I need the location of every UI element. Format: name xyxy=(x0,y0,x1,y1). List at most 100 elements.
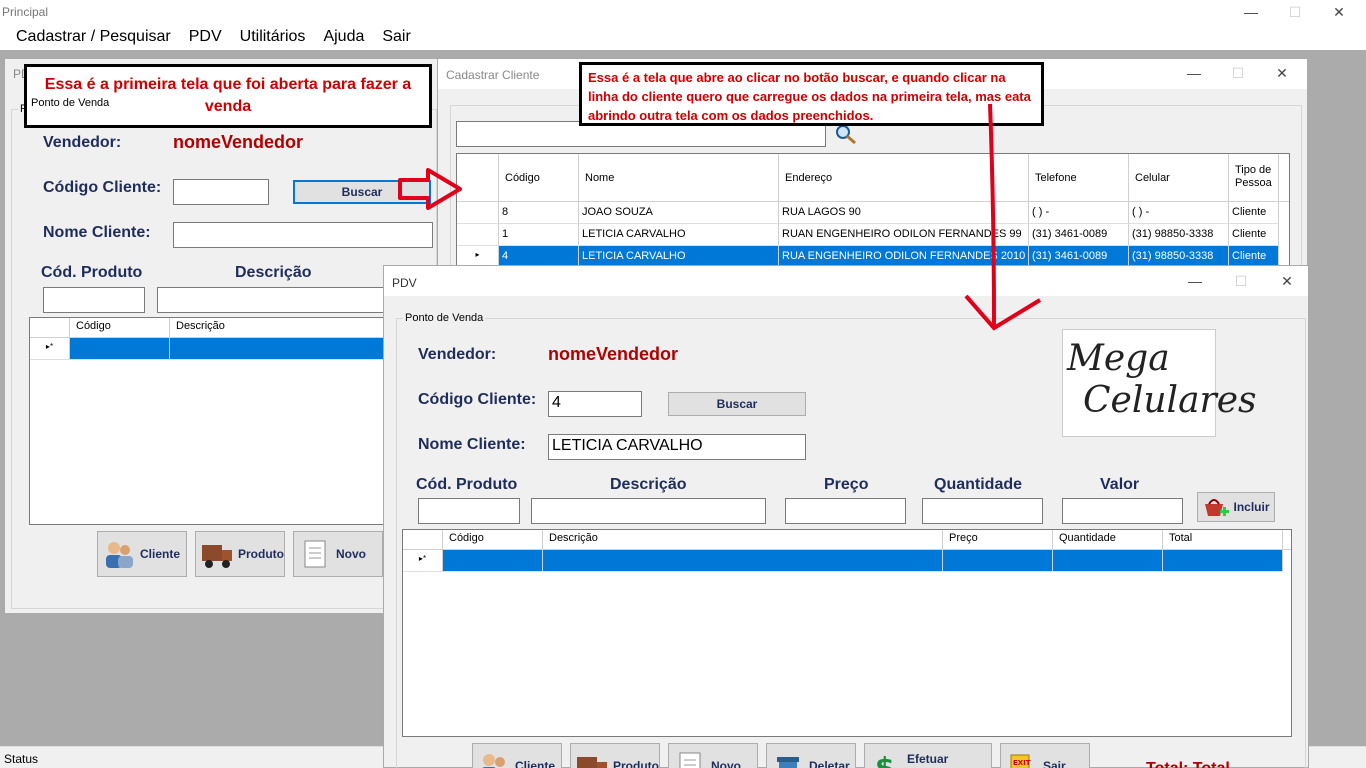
table-cell[interactable]: ( ) - xyxy=(1029,202,1129,224)
cadastrar-cliente-title: Cadastrar Cliente xyxy=(446,68,540,82)
table-row[interactable]: ▸* xyxy=(30,338,438,360)
table-row[interactable]: 1 LETICIA CARVALHO RUAN ENGENHEIRO ODILO… xyxy=(457,224,1289,246)
nome-cliente-label: Nome Cliente: xyxy=(43,224,151,241)
table-cell[interactable]: Cliente xyxy=(1229,202,1279,224)
grid-header-codigo: Código xyxy=(499,154,579,201)
basket-add-icon xyxy=(1205,499,1230,516)
exit-icon: EXIT xyxy=(1010,754,1031,768)
pdv-second-items-grid[interactable]: Código Descrição Preço Quantidade Total … xyxy=(402,529,1292,737)
codigo-cliente-input[interactable]: 4 xyxy=(548,391,642,417)
clientes-grid[interactable]: Código Nome Endereço Telefone Celular Ti… xyxy=(456,153,1290,279)
table-cell[interactable] xyxy=(443,550,543,572)
maximize-icon[interactable]: ☐ xyxy=(1272,0,1318,24)
sair-button[interactable]: EXIT Sair xyxy=(1000,743,1090,768)
grid-header-nome: Nome xyxy=(579,154,779,201)
table-cell[interactable] xyxy=(1053,550,1163,572)
main-window-title: Principal xyxy=(2,5,49,19)
minimize-icon[interactable]: — xyxy=(1171,61,1217,85)
annotation-first-text: Essa é a primeira tela que foi aberta pa… xyxy=(44,76,412,115)
grid-header-tipo-pessoa: Tipo de Pessoa xyxy=(1229,154,1279,201)
table-cell[interactable] xyxy=(1163,550,1283,572)
produto-button[interactable]: Produto xyxy=(570,743,660,768)
trash-icon xyxy=(777,757,799,768)
pdv-first-items-grid[interactable]: Código Descrição ▸* xyxy=(29,317,439,525)
search-icon[interactable] xyxy=(834,123,858,145)
deletar-button-label: Deletar xyxy=(809,759,850,768)
table-cell[interactable]: Cliente xyxy=(1229,224,1279,246)
minimize-icon[interactable]: — xyxy=(1228,0,1274,24)
grid-header-preco: Preço xyxy=(943,530,1053,549)
cliente-button-label: Cliente xyxy=(140,547,181,561)
descricao-input[interactable] xyxy=(531,498,766,524)
table-cell[interactable]: (31) 3461-0089 xyxy=(1029,224,1129,246)
table-cell[interactable]: 8 xyxy=(499,202,579,224)
menu-sair[interactable]: Sair xyxy=(373,24,419,50)
incluir-button[interactable]: Incluir xyxy=(1197,492,1275,522)
table-cell[interactable]: LETICIA CARVALHO xyxy=(579,224,779,246)
document-icon xyxy=(304,540,326,568)
preco-input[interactable] xyxy=(785,498,906,524)
pdv-window-first: PD Ponto de Venda Vendedor: nomeVendedor… xyxy=(4,58,440,614)
descricao-label: Descrição xyxy=(610,476,687,493)
table-cell[interactable]: (31) 98850-3338 xyxy=(1129,224,1229,246)
grid-header-codigo: Código xyxy=(70,318,170,337)
efetuar-venda-button[interactable]: $ Efetuar Venda xyxy=(864,743,992,768)
grid-header-quantidade: Quantidade xyxy=(1053,530,1163,549)
cod-produto-input[interactable] xyxy=(43,287,145,313)
cliente-button[interactable]: Cliente xyxy=(97,531,187,577)
nome-cliente-input[interactable] xyxy=(173,222,433,248)
logo-text-celulares: Celulares xyxy=(1083,380,1257,421)
novo-button[interactable]: Novo xyxy=(668,743,758,768)
buscar-button[interactable]: Buscar xyxy=(668,392,806,416)
vendedor-value: nomeVendedor xyxy=(548,344,679,364)
row-marker: ▸* xyxy=(403,550,443,572)
incluir-button-label: Incluir xyxy=(1233,500,1270,514)
close-icon[interactable]: ✕ xyxy=(1316,0,1362,24)
close-icon[interactable]: ✕ xyxy=(1264,269,1310,293)
grid-row-header xyxy=(403,530,443,549)
grid-header-descricao: Descrição xyxy=(543,530,943,549)
vendedor-label: Vendedor: xyxy=(418,346,497,363)
maximize-icon[interactable]: ☐ xyxy=(1218,269,1264,293)
quantidade-input[interactable] xyxy=(922,498,1043,524)
maximize-icon[interactable]: ☐ xyxy=(1215,61,1261,85)
menu-pdv[interactable]: PDV xyxy=(180,24,231,50)
table-row[interactable]: ▸* xyxy=(403,550,1291,572)
red-arrow-right xyxy=(398,168,462,210)
table-cell[interactable] xyxy=(543,550,943,572)
menu-utilitarios[interactable]: Utilitários xyxy=(231,24,315,50)
grid-header-telefone: Telefone xyxy=(1029,154,1129,201)
users-icon xyxy=(106,542,133,568)
grid-header-codigo: Código xyxy=(443,530,543,549)
produto-button-label: Produto xyxy=(613,759,659,768)
deletar-button[interactable]: Deletar xyxy=(766,743,856,768)
minimize-icon[interactable]: — xyxy=(1172,269,1218,293)
annotation-first-screen: Essa é a primeira tela que foi aberta pa… xyxy=(24,64,432,128)
menu-cadastrar-pesquisar[interactable]: Cadastrar / Pesquisar xyxy=(0,24,180,50)
cod-produto-label: Cód. Produto xyxy=(416,476,518,493)
table-cell[interactable] xyxy=(70,338,170,360)
produto-button[interactable]: Produto xyxy=(195,531,285,577)
grid-header-celular: Celular xyxy=(1129,154,1229,201)
table-cell[interactable]: 1 xyxy=(499,224,579,246)
table-row[interactable]: 8 JOAO SOUZA RUA LAGOS 90 ( ) - ( ) - Cl… xyxy=(457,202,1289,224)
novo-button-label: Novo xyxy=(336,547,366,561)
table-cell[interactable]: ( ) - xyxy=(1129,202,1229,224)
cod-produto-input[interactable] xyxy=(418,498,520,524)
pdv-second-titlebar: PDV — ☐ ✕ xyxy=(384,266,1308,296)
mega-celulares-logo: Mega Celulares xyxy=(1062,329,1257,437)
nome-cliente-input[interactable]: LETICIA CARVALHO xyxy=(548,434,806,460)
quantidade-label: Quantidade xyxy=(934,476,1023,493)
valor-input[interactable] xyxy=(1062,498,1183,524)
menu-ajuda[interactable]: Ajuda xyxy=(314,24,373,50)
codigo-cliente-input[interactable] xyxy=(173,179,269,205)
close-icon[interactable]: ✕ xyxy=(1259,61,1305,85)
novo-button[interactable]: Novo xyxy=(293,531,383,577)
nome-cliente-label: Nome Cliente: xyxy=(418,436,526,453)
table-cell[interactable]: JOAO SOUZA xyxy=(579,202,779,224)
main-menubar: Cadastrar / Pesquisar PDV Utilitários Aj… xyxy=(0,24,1366,50)
vendedor-value: nomeVendedor xyxy=(173,132,304,152)
cliente-button[interactable]: Cliente xyxy=(472,743,562,768)
red-arrow-down xyxy=(964,103,1042,331)
table-cell[interactable] xyxy=(943,550,1053,572)
